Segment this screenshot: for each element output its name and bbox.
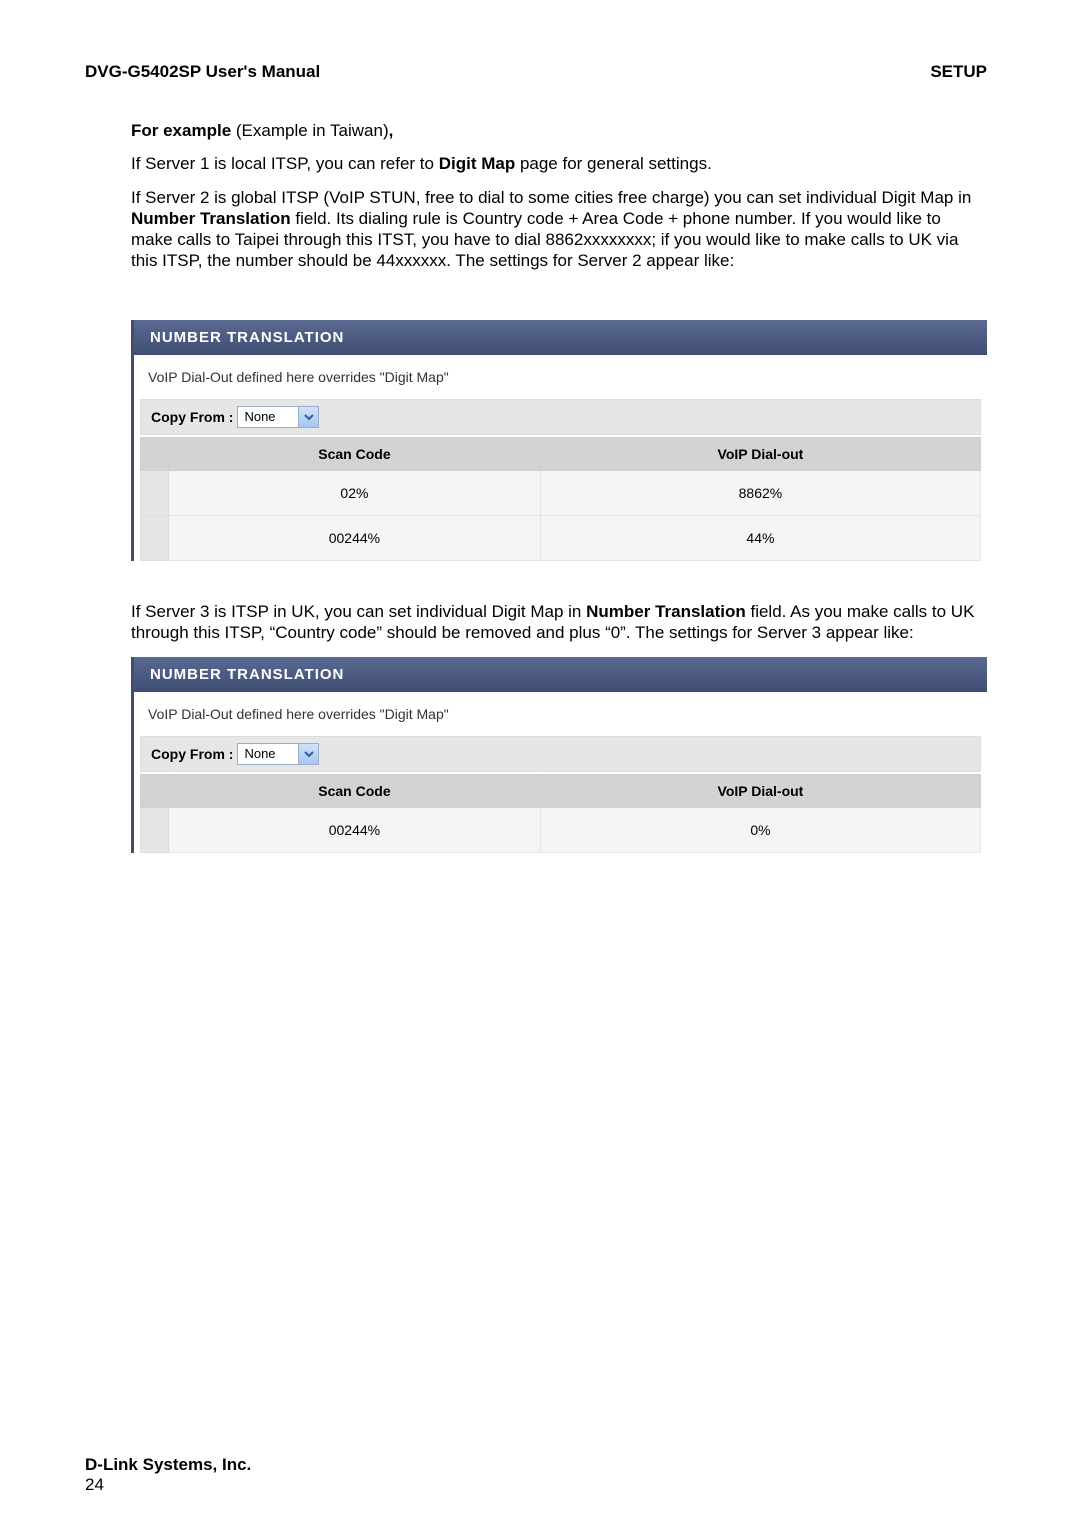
table-row-spacer bbox=[141, 808, 169, 853]
panel1-row1-dial: 44% bbox=[540, 515, 980, 560]
panel2-copy-from-row: Copy From : None bbox=[140, 736, 981, 772]
chevron-down-icon bbox=[298, 744, 318, 764]
panel2-override-note: VoIP Dial-Out defined here overrides "Di… bbox=[134, 692, 987, 736]
table-row: 00244% 44% bbox=[141, 515, 981, 560]
table-row-spacer bbox=[141, 470, 169, 515]
table-header-row: Scan Code VoIP Dial-out bbox=[141, 775, 981, 808]
table-header-spacer bbox=[141, 437, 169, 470]
panel1-row0-scan: 02% bbox=[169, 470, 541, 515]
table-header-row: Scan Code VoIP Dial-out bbox=[141, 437, 981, 470]
panel2-copy-from-value: None bbox=[238, 744, 298, 764]
example-rest: (Example in Taiwan) bbox=[231, 121, 388, 140]
server3-paragraph: If Server 3 is ITSP in UK, you can set i… bbox=[131, 601, 987, 644]
server1-text-a: If Server 1 is local ITSP, you can refer… bbox=[131, 154, 439, 173]
number-translation-bold-2: Number Translation bbox=[586, 602, 746, 621]
panel2-col-dial: VoIP Dial-out bbox=[540, 775, 980, 808]
number-translation-panel-2: NUMBER TRANSLATION VoIP Dial-Out defined… bbox=[131, 657, 987, 853]
panel1-row1-scan: 00244% bbox=[169, 515, 541, 560]
panel2-title: NUMBER TRANSLATION bbox=[134, 657, 987, 692]
panel2-row0-scan: 00244% bbox=[169, 808, 541, 853]
section-title: SETUP bbox=[930, 62, 987, 82]
chevron-down-icon bbox=[298, 407, 318, 427]
panel2-copy-from-select[interactable]: None bbox=[237, 743, 319, 765]
number-translation-bold-1: Number Translation bbox=[131, 209, 291, 228]
panel2-table: Scan Code VoIP Dial-out 00244% 0% bbox=[140, 774, 981, 853]
panel1-col-scan: Scan Code bbox=[169, 437, 541, 470]
server2-paragraph: If Server 2 is global ITSP (VoIP STUN, f… bbox=[131, 187, 987, 272]
server2-text-a: If Server 2 is global ITSP (VoIP STUN, f… bbox=[131, 188, 971, 207]
server1-text-c: page for general settings. bbox=[515, 154, 712, 173]
example-line: For example (Example in Taiwan), bbox=[131, 120, 987, 141]
panel1-table: Scan Code VoIP Dial-out 02% 8862% 00244%… bbox=[140, 437, 981, 561]
example-label: For example bbox=[131, 121, 231, 140]
server1-paragraph: If Server 1 is local ITSP, you can refer… bbox=[131, 153, 987, 174]
number-translation-panel-1: NUMBER TRANSLATION VoIP Dial-Out defined… bbox=[131, 320, 987, 561]
panel1-row0-dial: 8862% bbox=[540, 470, 980, 515]
table-row: 00244% 0% bbox=[141, 808, 981, 853]
example-comma: , bbox=[389, 121, 394, 140]
panel1-col-dial: VoIP Dial-out bbox=[540, 437, 980, 470]
panel2-copy-from-label: Copy From : bbox=[151, 746, 233, 762]
manual-title: DVG-G5402SP User's Manual bbox=[85, 62, 320, 82]
panel1-copy-from-label: Copy From : bbox=[151, 409, 233, 425]
panel1-override-note: VoIP Dial-Out defined here overrides "Di… bbox=[134, 355, 987, 399]
panel2-col-scan: Scan Code bbox=[169, 775, 541, 808]
table-row-spacer bbox=[141, 515, 169, 560]
panel2-row0-dial: 0% bbox=[540, 808, 980, 853]
panel1-copy-from-row: Copy From : None bbox=[140, 399, 981, 435]
panel1-copy-from-value: None bbox=[238, 407, 298, 427]
footer-page-number: 24 bbox=[85, 1475, 251, 1495]
server3-text-a: If Server 3 is ITSP in UK, you can set i… bbox=[131, 602, 586, 621]
table-header-spacer bbox=[141, 775, 169, 808]
footer-company: D-Link Systems, Inc. bbox=[85, 1455, 251, 1475]
digit-map-bold: Digit Map bbox=[439, 154, 516, 173]
panel1-copy-from-select[interactable]: None bbox=[237, 406, 319, 428]
panel1-title: NUMBER TRANSLATION bbox=[134, 320, 987, 355]
table-row: 02% 8862% bbox=[141, 470, 981, 515]
